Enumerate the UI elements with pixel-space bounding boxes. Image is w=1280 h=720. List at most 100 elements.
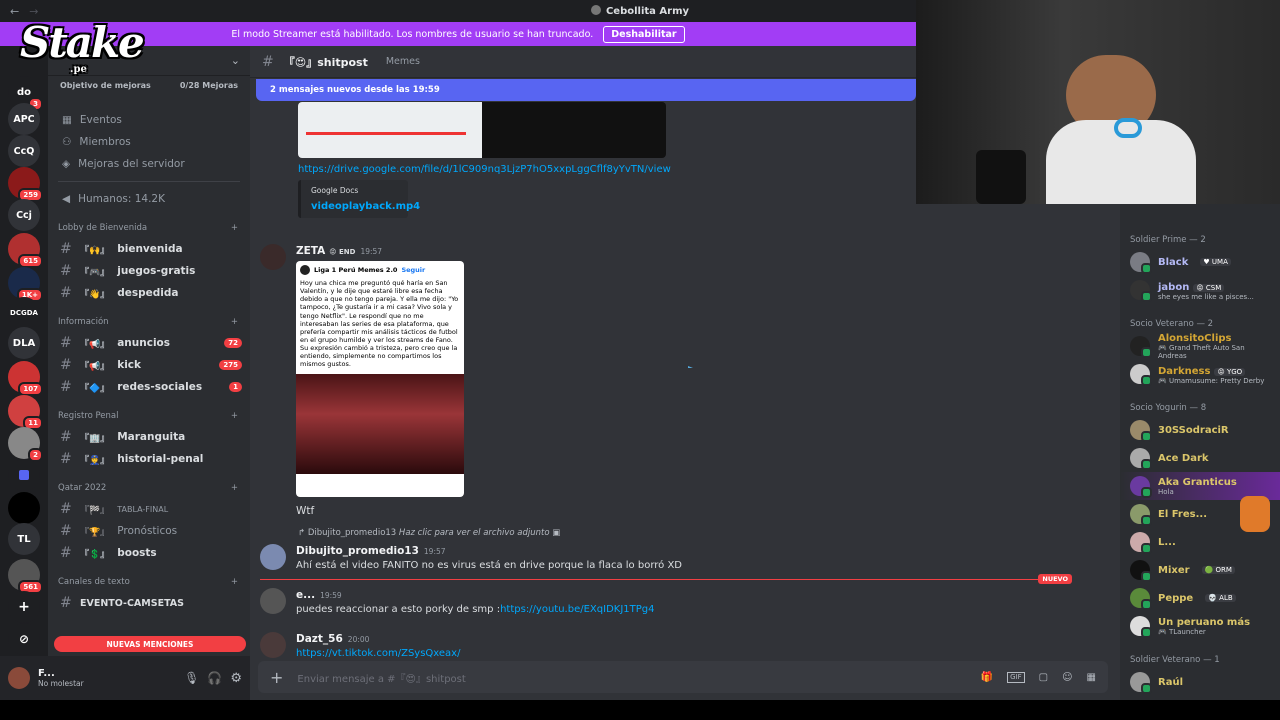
gif-icon[interactable]: GIF xyxy=(1007,671,1025,683)
avatar[interactable] xyxy=(260,244,286,270)
member-alonsito[interactable]: AlonsitoClips 🎮 Grand Theft Auto San Andr… xyxy=(1120,332,1280,360)
channel-label: EVENTO-CAMSETAS xyxy=(80,597,185,609)
message-author[interactable]: Dazt_56 xyxy=(296,633,343,645)
embed-title[interactable]: videoplayback.mp4 xyxy=(311,201,420,212)
server-avatar-3[interactable]: 11 xyxy=(8,395,43,430)
server-avatar-4[interactable]: 2 xyxy=(8,427,43,462)
channel-historial-penal[interactable]: # 『👮』 historial-penal xyxy=(48,448,250,470)
user-name[interactable]: F... xyxy=(38,668,176,679)
server-avatar-1[interactable]: 615 xyxy=(8,233,43,268)
humans-count: ◀ Humanos: 14.2K xyxy=(48,188,250,210)
channel-redes-sociales[interactable]: # 『🔷』 redes-sociales 1 xyxy=(48,376,250,398)
add-channel-icon[interactable]: + xyxy=(231,223,238,233)
meme-image[interactable]: Liga 1 Perú Memes 2.0 Seguir Hoy una chic… xyxy=(296,261,464,497)
channel-anuncios[interactable]: # 『📢』 anuncios 72 xyxy=(48,332,250,354)
attach-plus-icon[interactable]: + xyxy=(270,668,283,687)
channel-maranguita[interactable]: # 『🏢』 Maranguita xyxy=(48,426,250,448)
channel-juegos-gratis[interactable]: # 『🎮』 juegos-gratis xyxy=(48,260,250,282)
user-avatar[interactable] xyxy=(8,667,30,689)
hash-icon: # xyxy=(60,545,72,561)
member-mixer[interactable]: Mixer 🟢 ORM xyxy=(1120,556,1280,584)
server-red[interactable]: 259 xyxy=(8,167,43,202)
message-author[interactable]: e... xyxy=(296,589,315,601)
reply-preview[interactable]: ↱ Dibujito_promedio13 Haz clic para ver … xyxy=(298,528,560,538)
emoji-icon[interactable]: ☺ xyxy=(1062,672,1072,683)
member-name: Raúl xyxy=(1158,676,1183,688)
sticker-icon[interactable]: ▢ xyxy=(1039,672,1048,683)
server-folder[interactable] xyxy=(8,459,40,491)
hash-icon: # xyxy=(60,335,72,351)
channel-kick[interactable]: # 『📢』 kick 275 xyxy=(48,354,250,376)
image-attachment[interactable] xyxy=(298,102,666,158)
member-l[interactable]: L... xyxy=(1120,528,1280,556)
member-name: Black xyxy=(1158,256,1189,268)
channel-bienvenida[interactable]: # 『🙌』 bienvenida xyxy=(48,238,250,260)
category-registro-penal[interactable]: Registro Penal + xyxy=(48,406,250,426)
member-peruano[interactable]: Un peruano más 🎮 TLauncher xyxy=(1120,612,1280,640)
new-mentions-button[interactable]: NUEVAS MENCIONES xyxy=(54,636,246,652)
member-30s[interactable]: 30SSodraciR xyxy=(1120,416,1280,444)
server-fandango[interactable] xyxy=(8,492,40,524)
message-author[interactable]: ZETA xyxy=(296,245,325,257)
add-channel-icon[interactable]: + xyxy=(231,483,238,493)
tiktok-link[interactable]: https://vt.tiktok.com/ZSysQxeax/ xyxy=(296,648,460,659)
category-qatar[interactable]: Qatar 2022 + xyxy=(48,478,250,498)
server-ccj[interactable]: Ccj xyxy=(8,199,40,231)
add-channel-icon[interactable]: + xyxy=(231,577,238,587)
server-avatar-2[interactable]: 107 xyxy=(8,361,43,396)
member-raul[interactable]: Raúl xyxy=(1120,668,1280,696)
channel-despedida[interactable]: # 『👋』 despedida xyxy=(48,282,250,304)
new-messages-bar[interactable]: 2 mensajes nuevos desde las 19:59 xyxy=(256,79,916,101)
add-channel-icon[interactable]: + xyxy=(231,317,238,327)
server-tl[interactable]: TL xyxy=(8,523,40,555)
drive-link[interactable]: https://drive.google.com/file/d/1lC909nq… xyxy=(298,164,671,175)
avatar[interactable] xyxy=(260,544,286,570)
explore-icon[interactable]: ⊘ xyxy=(8,623,40,655)
category-canales-texto[interactable]: Canales de texto + xyxy=(48,572,250,592)
add-server-icon[interactable]: + xyxy=(8,591,40,623)
message-author[interactable]: Dibujito_promedio13 xyxy=(296,545,419,557)
avatar[interactable] xyxy=(260,632,286,658)
server-badge: 615 xyxy=(18,254,43,268)
member-darkness[interactable]: Darkness 😡 YGO 🎮 Umamusume: Pretty Derby xyxy=(1120,360,1280,388)
server-dcgda[interactable]: DCGDA xyxy=(8,297,40,329)
disable-streamer-button[interactable]: Deshabilitar xyxy=(603,25,685,43)
headphones-icon[interactable]: 🎧 xyxy=(207,671,222,685)
channel-pronosticos[interactable]: # 『🏆』 Pronósticos xyxy=(48,520,250,542)
nav-events[interactable]: ▦ Eventos xyxy=(48,109,250,131)
server-badge: 107 xyxy=(18,382,43,396)
member-ace[interactable]: Ace Dark xyxy=(1120,444,1280,472)
channel-evento-camsetas[interactable]: # EVENTO-CAMSETAS xyxy=(48,592,250,614)
boost-goal[interactable]: Objetivo de mejoras 0/28 Mejoras xyxy=(48,76,250,95)
member-jabon[interactable]: jabon 😡 CSM she eyes me like a pisces... xyxy=(1120,276,1280,304)
youtube-link[interactable]: https://youtu.be/EXqIDKJ1TPg4 xyxy=(500,604,654,615)
channel-boosts[interactable]: # 『💲』 boosts xyxy=(48,542,250,564)
add-channel-icon[interactable]: + xyxy=(231,411,238,421)
settings-gear-icon[interactable]: ⚙ xyxy=(230,671,242,686)
apps-icon[interactable]: ▦ xyxy=(1087,672,1096,683)
role-badge: 😡 END xyxy=(329,248,356,256)
member-elfre[interactable]: El Fres... xyxy=(1120,496,1280,532)
nav-boosts[interactable]: ◈ Mejoras del servidor xyxy=(48,153,250,175)
server-apc[interactable]: APC xyxy=(8,103,40,135)
message-composer[interactable]: + Enviar mensaje a #『😍』shitpost 🎁 GIF ▢ … xyxy=(258,661,1108,693)
microphone-icon[interactable]: 🎙 xyxy=(184,671,199,685)
channel-tabla-final[interactable]: # 『🏁』 TABLA-FINAL xyxy=(48,498,250,520)
server-dla[interactable]: DLA xyxy=(8,327,40,359)
server-ccq[interactable]: CcQ xyxy=(8,135,40,167)
server-avatar-5[interactable]: 561 xyxy=(8,559,43,594)
gift-icon[interactable]: 🎁 xyxy=(981,672,993,683)
avatar[interactable] xyxy=(260,588,286,614)
member-tag: 😡 CSM xyxy=(1193,283,1225,292)
member-black[interactable]: Black ♥ UMA xyxy=(1120,248,1280,276)
message-input[interactable]: Enviar mensaje a #『😍』shitpost xyxy=(297,670,465,685)
nav-members[interactable]: ⚇ Miembros xyxy=(48,131,250,153)
hash-icon: # xyxy=(60,451,72,467)
category-lobby[interactable]: Lobby de Bienvenida + xyxy=(48,218,250,238)
post-page-name: Liga 1 Perú Memes 2.0 xyxy=(314,266,398,274)
category-informacion[interactable]: Información + xyxy=(48,312,250,332)
chevron-down-icon[interactable]: ⌄ xyxy=(231,54,240,67)
server-stake[interactable]: 1K+ xyxy=(8,267,43,302)
member-peppe[interactable]: Peppe 💀 ALB xyxy=(1120,584,1280,612)
category-label: Registro Penal xyxy=(58,411,119,421)
